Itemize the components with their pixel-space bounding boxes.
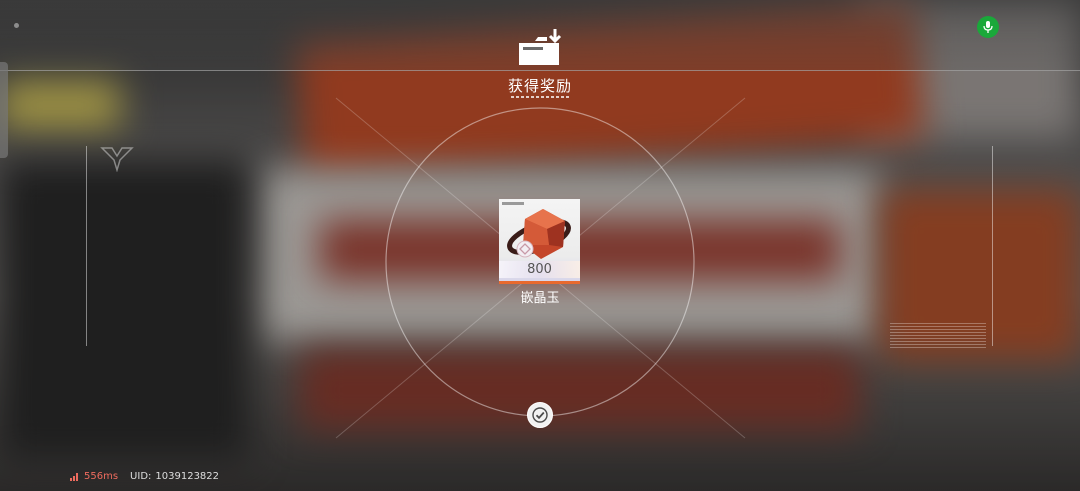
network-status: 556ms UID: 1039123822 (70, 471, 219, 482)
reward-item-card[interactable]: 800 (499, 199, 580, 284)
signal-bars-icon (70, 472, 78, 481)
checkmark-icon (532, 407, 548, 423)
ping-value: 556ms (84, 471, 119, 482)
title-underline (511, 96, 569, 98)
microphone-button[interactable] (977, 16, 999, 38)
microphone-icon (983, 21, 993, 33)
confirm-button[interactable] (527, 402, 553, 428)
uid-label: UID: (130, 471, 152, 482)
decorative-microtext (890, 323, 986, 349)
frame-line-left (86, 146, 87, 346)
reward-title: 获得奖励 (507, 77, 572, 95)
uid-value: 1039123822 (155, 471, 220, 482)
frame-line-right (992, 146, 993, 346)
item-quantity: 800 (527, 262, 552, 277)
reward-box-icon (519, 29, 562, 65)
status-dot (14, 23, 19, 28)
crystal-gem-icon (507, 209, 571, 259)
item-name: 嵌晶玉 (520, 291, 560, 306)
emblem-icon (100, 147, 134, 172)
